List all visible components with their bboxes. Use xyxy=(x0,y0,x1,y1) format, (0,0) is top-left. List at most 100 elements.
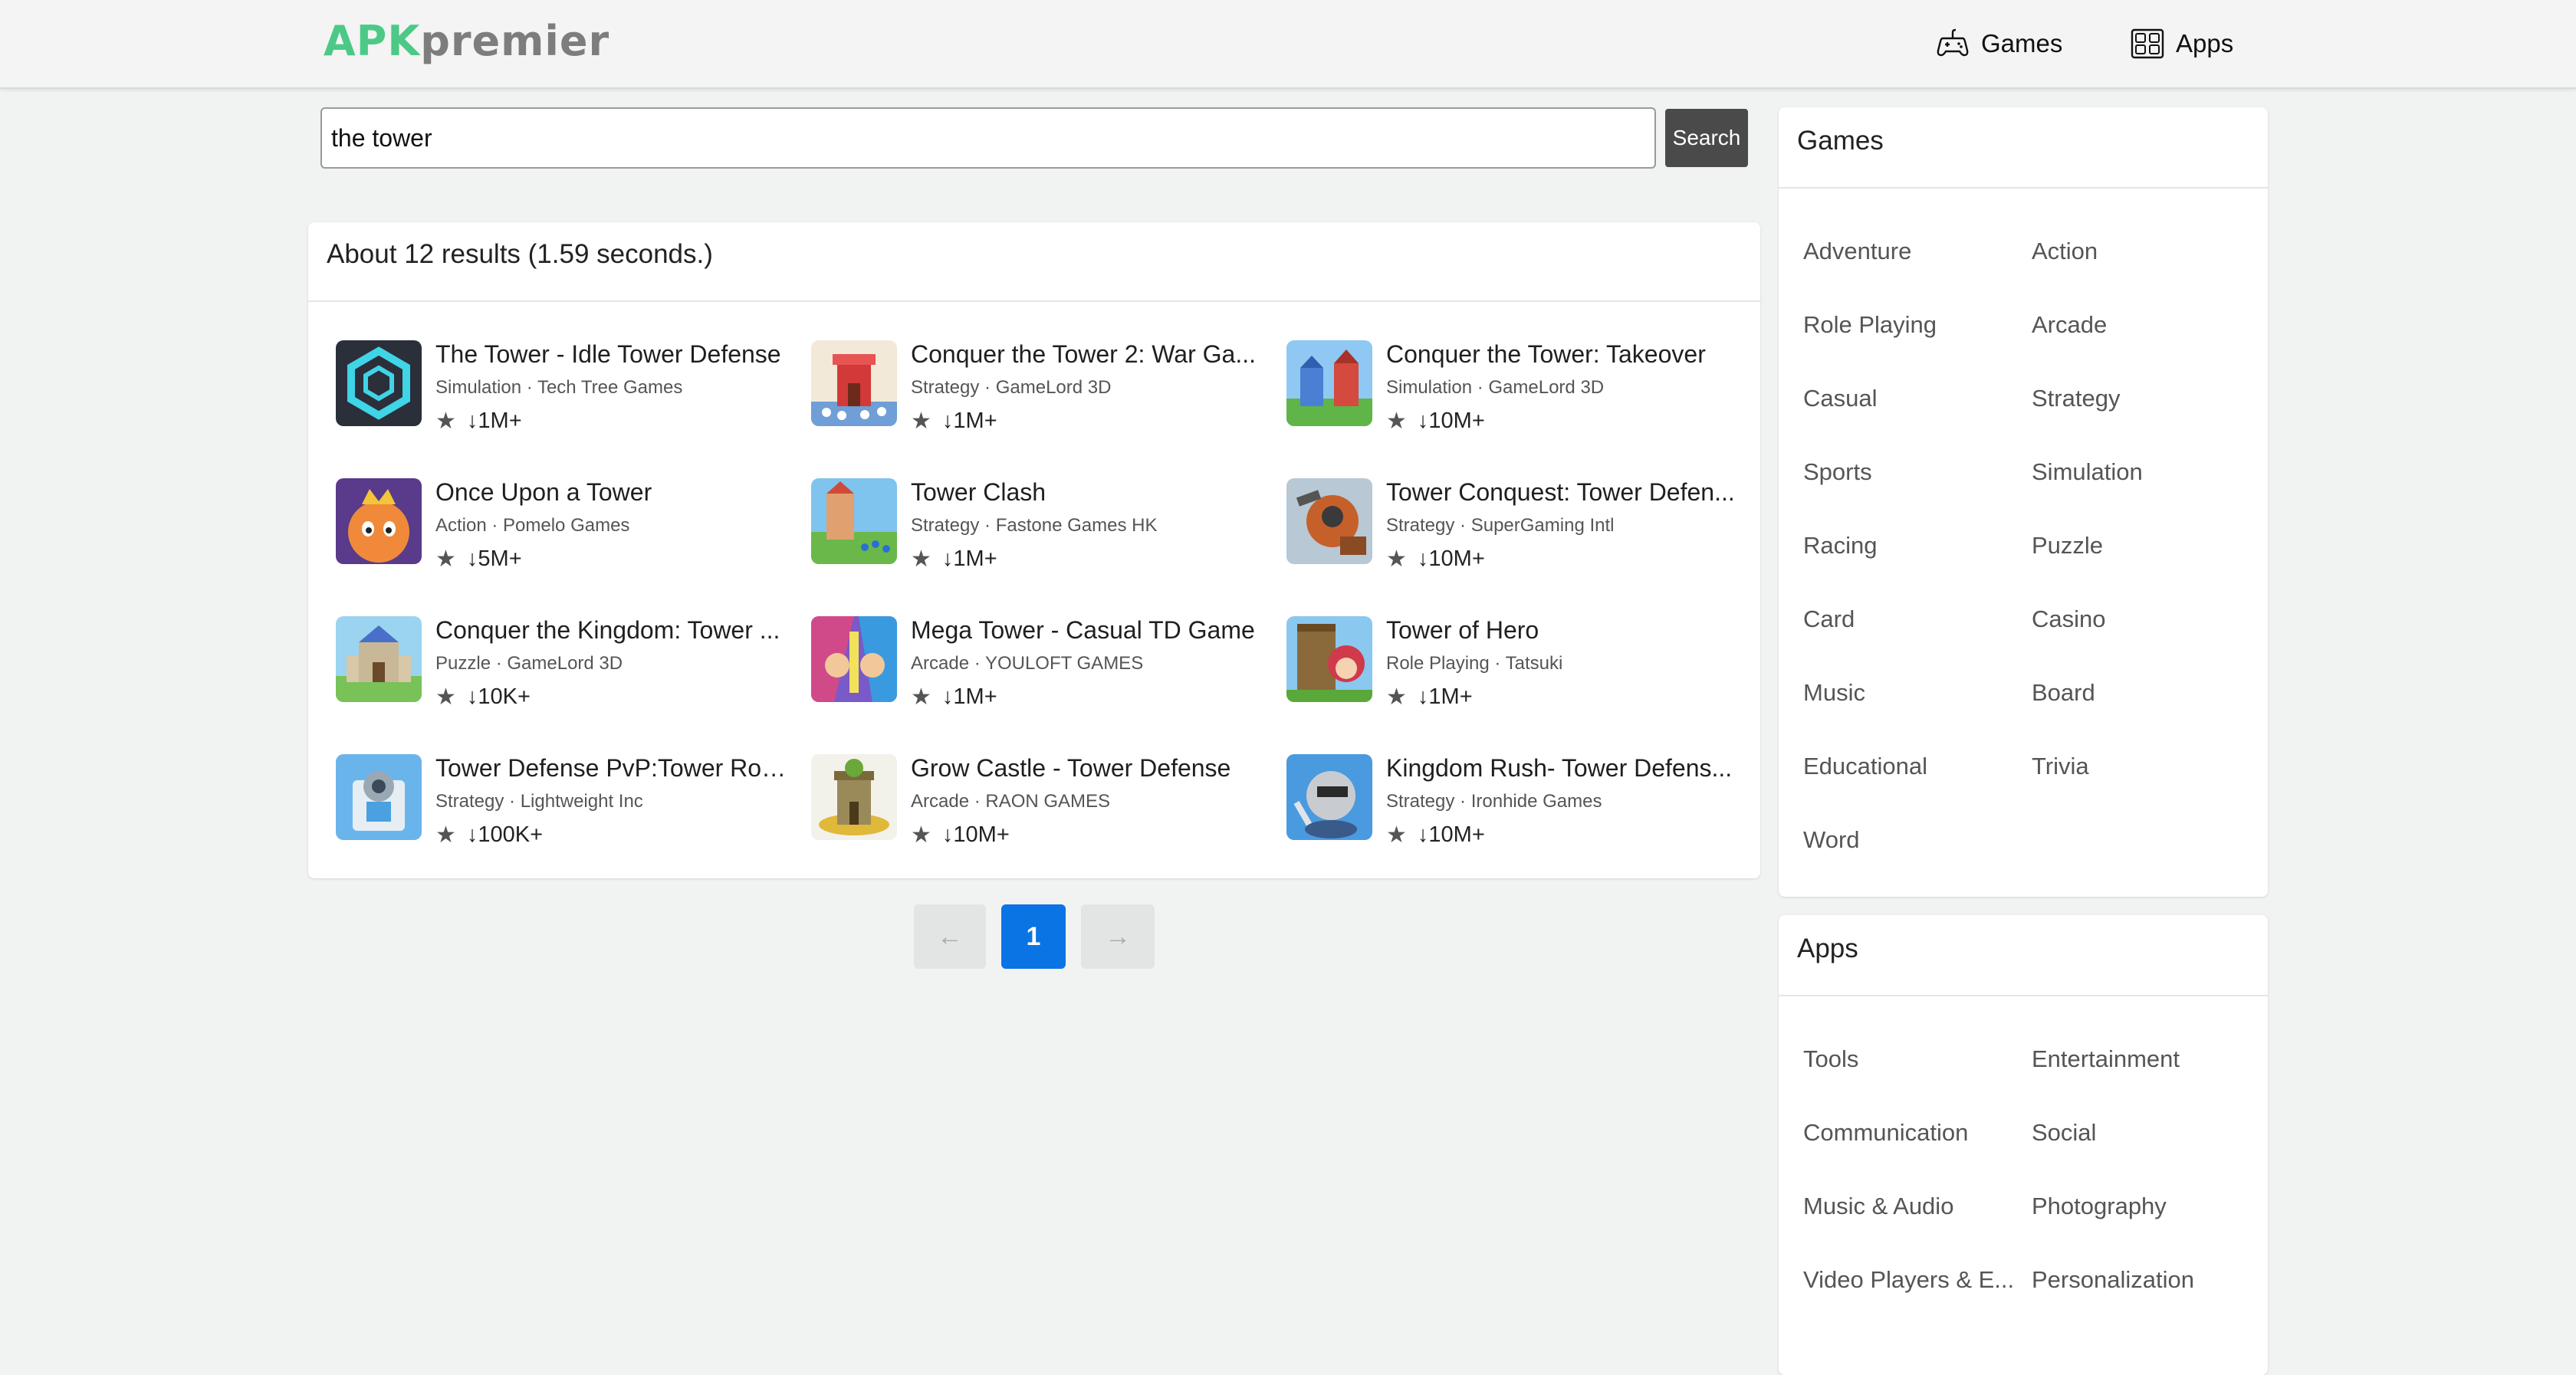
logo-apk: APK xyxy=(324,17,421,65)
app-meta: Role Playing · Tatsuki xyxy=(1386,653,1563,674)
category-communication[interactable]: Communication xyxy=(1803,1119,1968,1147)
app-title: Tower of Hero xyxy=(1386,616,1539,644)
app-meta: Puzzle · GameLord 3D xyxy=(435,653,623,674)
app-meta: Strategy · Lightweight Inc xyxy=(435,791,643,812)
app-result-tower-defense-pvp[interactable]: Tower Defense PvP:Tower Roy... Strategy … xyxy=(336,754,796,848)
category-music[interactable]: Music xyxy=(1803,679,1865,707)
app-stats: ★ ↓ 100K+ xyxy=(435,822,543,848)
category-simulation[interactable]: Simulation xyxy=(2032,458,2143,486)
app-icon-tower-clash xyxy=(811,478,897,564)
gamepad-icon xyxy=(1937,28,1969,57)
download-arrow-icon: ↓ xyxy=(1417,546,1429,571)
app-downloads: 10K+ xyxy=(478,684,531,709)
app-result-conquer-kingdom[interactable]: Conquer the Kingdom: Tower ... Puzzle · … xyxy=(336,616,796,710)
app-icon-kingdom-rush xyxy=(1286,754,1372,840)
category-music-audio[interactable]: Music & Audio xyxy=(1803,1193,1953,1220)
app-stats: ★ ↓ 10K+ xyxy=(435,684,531,710)
category-sports[interactable]: Sports xyxy=(1803,458,1872,486)
app-title: Tower Defense PvP:Tower Roy... xyxy=(435,754,788,782)
category-strategy[interactable]: Strategy xyxy=(2032,385,2120,412)
site-logo[interactable]: APKpremier xyxy=(324,17,610,65)
category-arcade[interactable]: Arcade xyxy=(2032,311,2107,339)
download-arrow-icon: ↓ xyxy=(466,684,478,709)
app-title: Mega Tower - Casual TD Game xyxy=(911,616,1255,644)
pagination-next-button[interactable]: → xyxy=(1081,904,1155,969)
category-personalization[interactable]: Personalization xyxy=(2032,1266,2194,1294)
app-title: Once Upon a Tower xyxy=(435,478,652,506)
app-result-grow-castle[interactable]: Grow Castle - Tower Defense Arcade · RAO… xyxy=(811,754,1271,848)
category-photography[interactable]: Photography xyxy=(2032,1193,2167,1220)
star-icon: ★ xyxy=(1386,822,1407,848)
nav-games-label: Games xyxy=(1981,29,2063,57)
download-arrow-icon: ↓ xyxy=(941,546,954,571)
category-role-playing[interactable]: Role Playing xyxy=(1803,311,1937,339)
app-stats: ★ ↓ 10M+ xyxy=(1386,408,1485,435)
search-button[interactable]: Search xyxy=(1665,109,1748,167)
sidebar-apps-card: Apps Tools Entertainment Communication S… xyxy=(1779,915,2268,1375)
category-casual[interactable]: Casual xyxy=(1803,385,1878,412)
app-icon-tower-of-hero xyxy=(1286,616,1372,702)
star-icon: ★ xyxy=(435,409,456,434)
pagination-page-1[interactable]: 1 xyxy=(1001,904,1066,969)
category-educational[interactable]: Educational xyxy=(1803,753,1927,780)
category-racing[interactable]: Racing xyxy=(1803,532,1878,560)
nav-apps-label: Apps xyxy=(2176,29,2234,57)
app-result-mega-tower[interactable]: Mega Tower - Casual TD Game Arcade · YOU… xyxy=(811,616,1271,710)
app-result-tower-clash[interactable]: Tower Clash Strategy · Fastone Games HK … xyxy=(811,478,1271,572)
app-result-kingdom-rush[interactable]: Kingdom Rush- Tower Defens... Strategy ·… xyxy=(1286,754,1746,848)
app-meta: Action · Pomelo Games xyxy=(435,515,630,536)
category-social[interactable]: Social xyxy=(2032,1119,2096,1147)
app-meta: Simulation · GameLord 3D xyxy=(1386,377,1605,398)
star-icon: ★ xyxy=(1386,546,1407,572)
logo-premier: premier xyxy=(420,17,610,65)
app-title: Grow Castle - Tower Defense xyxy=(911,754,1231,782)
category-action[interactable]: Action xyxy=(2032,238,2098,265)
app-stats: ★ ↓ 10M+ xyxy=(1386,822,1485,848)
app-meta: Strategy · SuperGaming Intl xyxy=(1386,515,1615,536)
category-entertainment[interactable]: Entertainment xyxy=(2032,1045,2180,1073)
apps-grid-icon xyxy=(2131,28,2164,59)
category-casino[interactable]: Casino xyxy=(2032,605,2106,633)
app-downloads: 100K+ xyxy=(478,822,544,847)
app-icon-the-tower xyxy=(336,340,422,426)
category-puzzle[interactable]: Puzzle xyxy=(2032,532,2103,560)
sidebar-apps-title: Apps xyxy=(1779,915,2268,996)
category-trivia[interactable]: Trivia xyxy=(2032,753,2089,780)
app-stats: ★ ↓ 10M+ xyxy=(1386,546,1485,573)
app-meta: Arcade · YOULOFT GAMES xyxy=(911,653,1144,674)
app-result-once-upon-a-tower[interactable]: Once Upon a Tower Action · Pomelo Games … xyxy=(336,478,796,572)
search-input[interactable] xyxy=(320,107,1656,169)
nav-games[interactable]: Games xyxy=(1935,26,2062,61)
app-downloads: 1M+ xyxy=(953,409,997,433)
category-board[interactable]: Board xyxy=(2032,679,2095,707)
app-title: Tower Clash xyxy=(911,478,1046,506)
category-adventure[interactable]: Adventure xyxy=(1803,238,1911,265)
app-downloads: 10M+ xyxy=(1428,546,1485,571)
app-icon-tower-conquest xyxy=(1286,478,1372,564)
category-word[interactable]: Word xyxy=(1803,826,1860,854)
category-video-players[interactable]: Video Players & E... xyxy=(1803,1266,2014,1294)
app-result-tower-conquest[interactable]: Tower Conquest: Tower Defen... Strategy … xyxy=(1286,478,1746,573)
app-meta: Strategy · GameLord 3D xyxy=(911,377,1112,398)
app-downloads: 1M+ xyxy=(1428,684,1473,709)
app-title: Kingdom Rush- Tower Defens... xyxy=(1386,754,1733,782)
app-result-conquer-tower-takeover[interactable]: Conquer the Tower: Takeover Simulation ·… xyxy=(1286,340,1746,435)
category-card[interactable]: Card xyxy=(1803,605,1855,633)
results-summary: About 12 results (1.59 seconds.) xyxy=(308,222,1760,302)
app-downloads: 1M+ xyxy=(953,684,997,709)
pagination-prev-button[interactable]: ← xyxy=(914,904,986,969)
sidebar-games-title: Games xyxy=(1779,107,2268,189)
app-downloads: 10M+ xyxy=(1428,409,1485,433)
app-meta: Arcade · RAON GAMES xyxy=(911,791,1111,812)
app-result-conquer-tower-2[interactable]: Conquer the Tower 2: War Ga... Strategy … xyxy=(811,340,1271,434)
download-arrow-icon: ↓ xyxy=(941,822,954,847)
category-tools[interactable]: Tools xyxy=(1803,1045,1858,1073)
download-arrow-icon: ↓ xyxy=(1417,822,1429,847)
nav-apps[interactable]: Apps xyxy=(2130,26,2233,61)
app-result-the-tower[interactable]: The Tower - Idle Tower Defense Simulatio… xyxy=(336,340,796,434)
app-result-tower-of-hero[interactable]: Tower of Hero Role Playing · Tatsuki ★ ↓ 1… xyxy=(1286,616,1746,710)
app-title: The Tower - Idle Tower Defense xyxy=(435,340,781,368)
app-icon-tower-defense-pvp xyxy=(336,754,422,840)
app-stats: ★ ↓ 1M+ xyxy=(911,684,997,710)
download-arrow-icon: ↓ xyxy=(1417,409,1429,433)
